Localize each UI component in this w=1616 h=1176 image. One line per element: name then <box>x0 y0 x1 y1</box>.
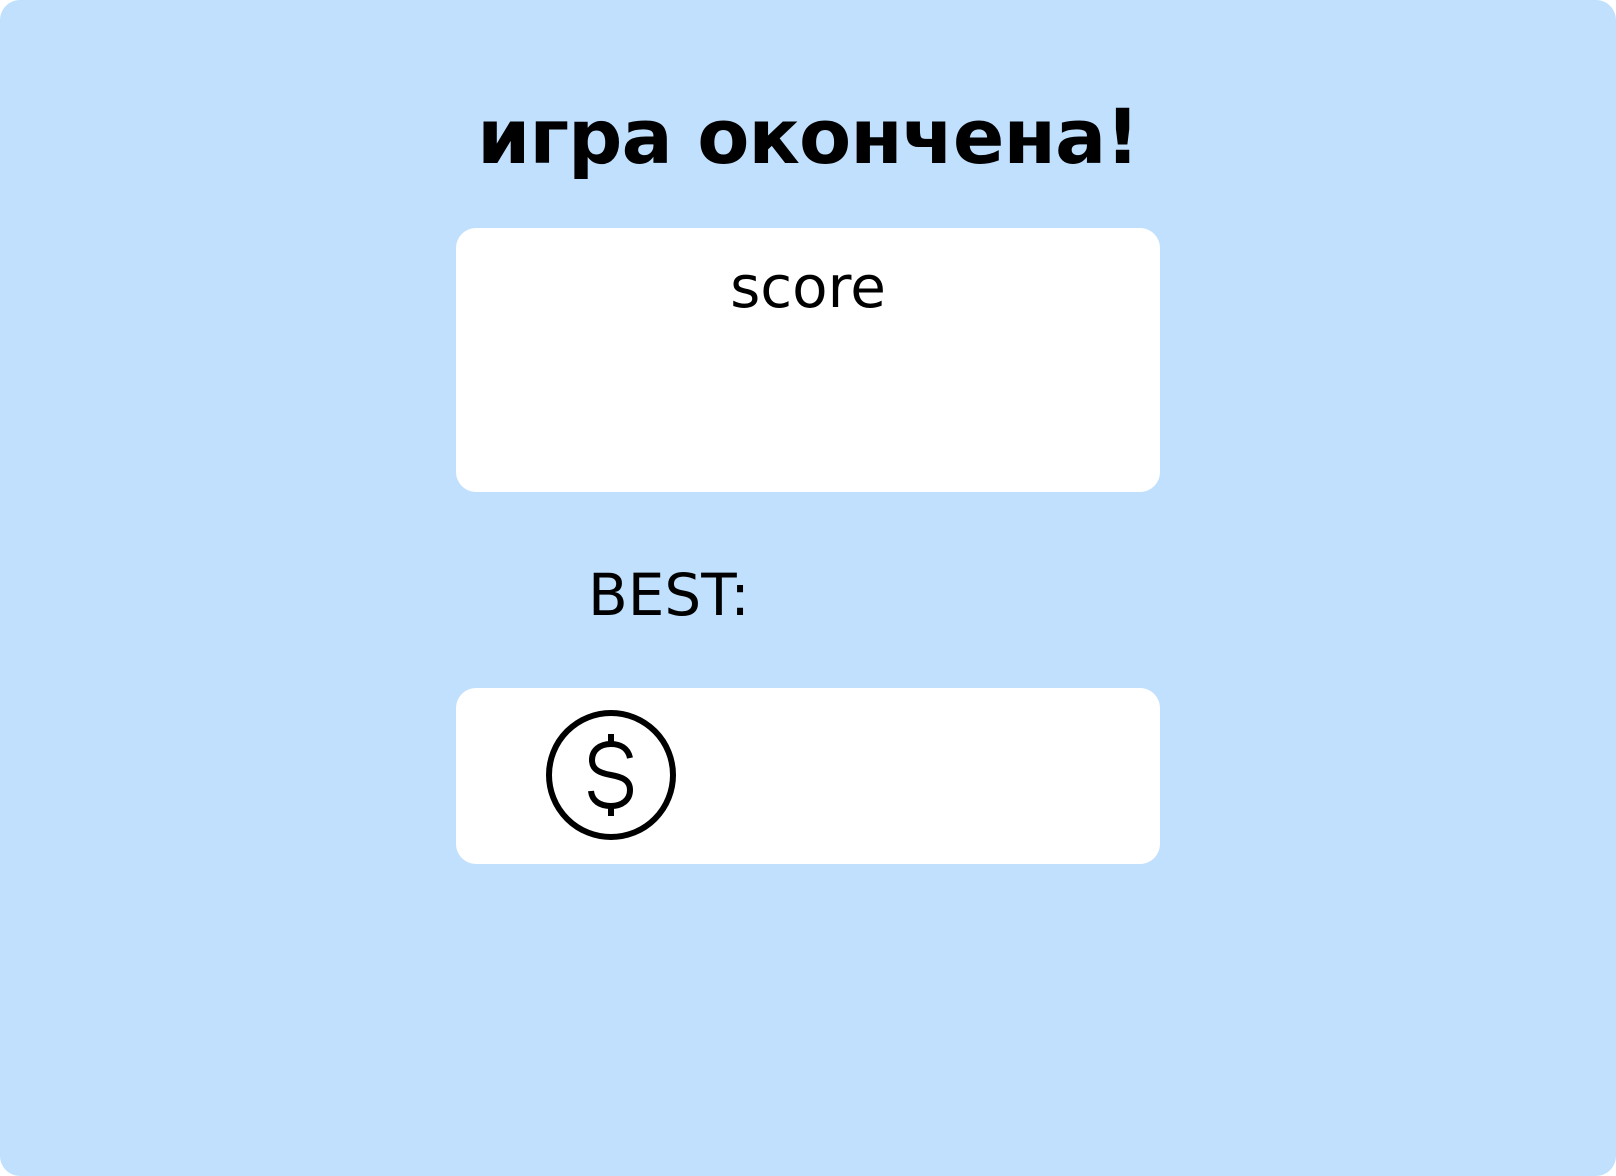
coins-card <box>456 688 1160 864</box>
score-label: score <box>730 253 886 321</box>
game-over-title: игра окончена! <box>477 92 1140 181</box>
best-score-label: BEST: <box>588 561 750 629</box>
score-card: score <box>456 228 1160 492</box>
dollar-coin-icon <box>546 710 676 840</box>
game-over-screen: игра окончена! score BEST: <box>0 0 1616 1176</box>
